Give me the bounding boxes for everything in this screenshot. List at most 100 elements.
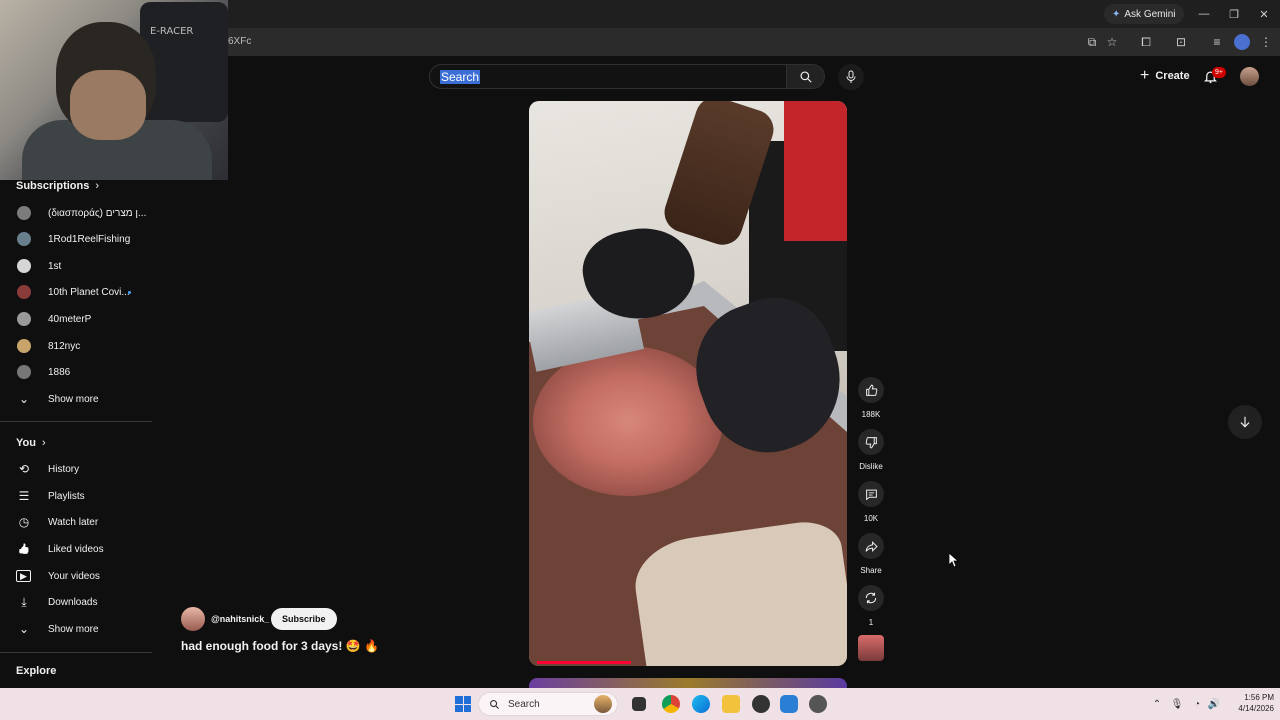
download-icon: ⤓ xyxy=(21,594,27,609)
chrome-icon[interactable] xyxy=(662,695,680,713)
video-shredded-meat xyxy=(533,346,723,496)
channel-avatar xyxy=(17,312,31,326)
next-short-button[interactable] xyxy=(1228,405,1262,439)
comments-button[interactable] xyxy=(858,481,884,507)
sidebar-item-playlists[interactable]: ☰ Playlists xyxy=(0,483,154,509)
sidebar-item-watch-later[interactable]: ◷ Watch later xyxy=(0,509,154,535)
app-icon[interactable] xyxy=(780,695,798,713)
voice-search-button[interactable] xyxy=(838,64,864,90)
short-caption: had enough food for 3 days! 🤩 🔥 xyxy=(181,639,379,653)
plus-icon: + xyxy=(1140,67,1150,84)
search-button[interactable] xyxy=(787,64,825,89)
share-button[interactable] xyxy=(858,533,884,559)
channel-avatar xyxy=(17,206,31,220)
minimize-button[interactable]: — xyxy=(1190,4,1218,24)
ask-gemini-button[interactable]: ✦ Ask Gemini xyxy=(1104,4,1184,24)
subscription-item[interactable]: 1st xyxy=(0,253,154,279)
tab-search-icon[interactable]: ⊡ xyxy=(1173,34,1189,50)
ask-gemini-label: Ask Gemini xyxy=(1124,8,1176,20)
arrow-down-icon xyxy=(1240,416,1250,428)
edge-icon[interactable] xyxy=(692,695,710,713)
volume-icon[interactable]: 🔊 xyxy=(1207,697,1221,711)
remix-button[interactable] xyxy=(858,585,884,611)
share-label: Share xyxy=(860,566,882,575)
chevron-right-icon: › xyxy=(41,437,46,449)
sidebar-item-your-videos[interactable]: ▶ Your videos xyxy=(0,563,154,589)
show-more-subscriptions[interactable]: ⌄ Show more xyxy=(0,386,154,412)
close-window-button[interactable]: ✕ xyxy=(1250,4,1278,24)
chair-logo-text: E-RACER xyxy=(150,26,194,37)
channel-avatar[interactable] xyxy=(181,607,205,631)
gemini-icon: ✦ xyxy=(1112,8,1121,20)
sidebar: Subscriptions › (διασποράς) ן מצרים... 1… xyxy=(0,180,154,690)
subscription-item[interactable]: 10th Planet Covi... xyxy=(0,279,154,305)
extensions-icon[interactable]: ⧠ xyxy=(1138,34,1154,50)
show-hidden-icons-icon[interactable]: ⌃ xyxy=(1150,697,1164,711)
thumbs-up-icon: 👍 xyxy=(17,543,31,555)
obs-icon[interactable] xyxy=(752,695,770,713)
taskbar-search-label: Search xyxy=(508,698,540,710)
more-menu-icon[interactable]: ⋮ xyxy=(1258,34,1274,50)
account-avatar[interactable] xyxy=(1240,67,1259,86)
microphone-icon xyxy=(846,70,856,83)
sidebar-item-liked-videos[interactable]: 👍 Liked videos xyxy=(0,536,154,562)
media-controls-icon[interactable]: ≡ xyxy=(1209,34,1225,50)
channel-avatar xyxy=(17,232,31,246)
chevron-right-icon: › xyxy=(95,180,100,192)
windows-logo-tile xyxy=(455,704,463,712)
task-view-icon[interactable] xyxy=(632,697,646,711)
start-button[interactable] xyxy=(455,696,471,712)
sidebar-item-downloads[interactable]: ⤓ Downloads xyxy=(0,589,154,615)
search-input[interactable]: Search xyxy=(429,64,787,89)
install-app-icon[interactable]: ⧉ xyxy=(1084,34,1100,50)
video-red-shirt xyxy=(784,101,847,241)
like-button[interactable] xyxy=(858,377,884,403)
playlists-icon: ☰ xyxy=(18,489,30,503)
url-text[interactable]: 6XFc xyxy=(228,36,251,47)
bookmark-star-icon[interactable]: ☆ xyxy=(1104,34,1120,50)
sidebar-item-history[interactable]: ⟲ History xyxy=(0,456,154,482)
dislike-label: Dislike xyxy=(859,462,883,471)
create-button[interactable]: + Create xyxy=(1130,64,1200,88)
profile-icon[interactable] xyxy=(1234,34,1250,50)
search-icon xyxy=(799,70,812,83)
wifi-icon[interactable]: ◔ xyxy=(1190,697,1204,711)
history-icon: ⟲ xyxy=(18,462,30,476)
microphone-tray-icon[interactable]: 🎙 xyxy=(1170,697,1184,711)
windows-logo-tile xyxy=(455,696,463,704)
app-icon[interactable] xyxy=(809,695,827,713)
file-explorer-icon[interactable] xyxy=(722,695,740,713)
subscription-item[interactable]: 1886 xyxy=(0,359,154,385)
windows-logo-tile xyxy=(463,696,471,704)
search-input-value: Search xyxy=(440,70,481,84)
comments-count: 10K xyxy=(863,514,879,523)
channel-handle[interactable]: @nahitsnick_ xyxy=(211,614,269,624)
subscribe-button[interactable]: Subscribe xyxy=(271,608,337,630)
chevron-down-icon: ⌄ xyxy=(18,622,30,636)
clock-time: 1:56 PM xyxy=(1244,693,1274,702)
explore-heading: Explore xyxy=(16,665,57,677)
sidebar-divider xyxy=(0,421,152,422)
video-icon: ▶ xyxy=(16,570,31,582)
widgets-icon[interactable] xyxy=(594,695,612,713)
system-clock[interactable]: 1:56 PM 4/14/2026 xyxy=(1226,692,1274,714)
mouse-cursor-icon xyxy=(949,553,959,567)
short-video-player[interactable] xyxy=(529,101,847,666)
person-face xyxy=(70,70,146,140)
new-content-dot xyxy=(128,290,131,294)
show-more-you[interactable]: ⌄ Show more xyxy=(0,616,154,642)
dislike-button[interactable] xyxy=(858,429,884,455)
channel-avatar xyxy=(17,339,31,353)
thumbs-down-icon xyxy=(865,436,877,448)
subscription-item[interactable]: 812nyc xyxy=(0,333,154,359)
subscription-item[interactable]: 40meterP xyxy=(0,306,154,332)
subscription-item[interactable]: (διασποράς) ן מצרים... xyxy=(0,200,154,226)
sound-thumbnail[interactable] xyxy=(858,635,884,661)
clock-icon: ◷ xyxy=(18,515,30,529)
subscription-item[interactable]: 1Rod1ReelFishing xyxy=(0,226,154,252)
create-label: Create xyxy=(1155,70,1190,82)
restore-button[interactable]: ❐ xyxy=(1220,4,1248,24)
subscriptions-heading[interactable]: Subscriptions › xyxy=(16,180,99,192)
you-heading[interactable]: You › xyxy=(16,437,46,449)
video-progress-bar[interactable] xyxy=(537,661,631,664)
